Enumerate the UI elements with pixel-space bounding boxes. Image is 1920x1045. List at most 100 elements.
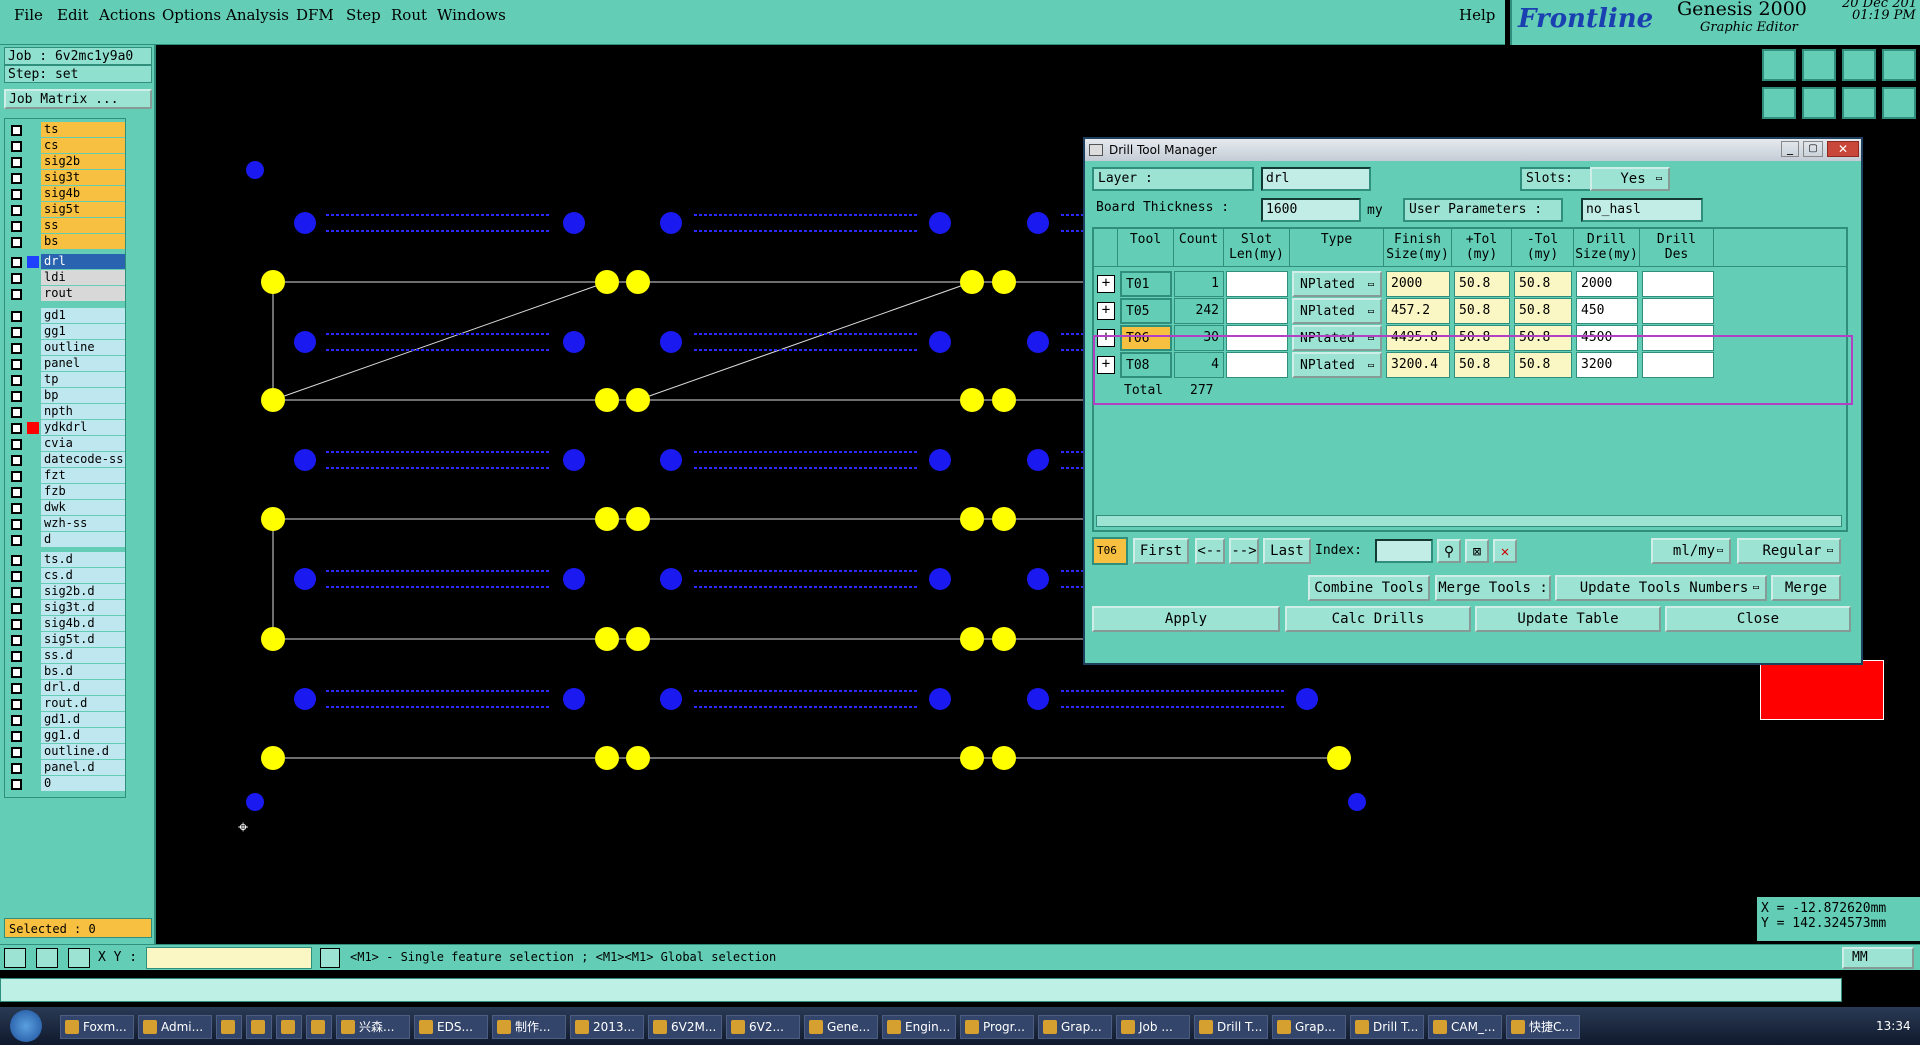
drill-des-input[interactable] [1642, 298, 1714, 324]
layer-name[interactable]: ss.d [41, 648, 125, 663]
pan-right-icon[interactable] [1802, 87, 1836, 119]
first-button[interactable]: First [1133, 538, 1189, 564]
layer-checkbox[interactable] [11, 667, 22, 678]
layer-row[interactable]: ts [5, 122, 125, 138]
taskbar-item[interactable]: 兴森... [336, 1015, 410, 1039]
layer-checkbox[interactable] [11, 503, 22, 514]
layer-checkbox[interactable] [11, 683, 22, 694]
layer-name[interactable]: gg1 [41, 324, 125, 339]
layer-name[interactable]: drl [41, 254, 125, 269]
layer-name[interactable]: sig3t.d [41, 600, 125, 615]
layer-name[interactable]: gg1.d [41, 728, 125, 743]
taskbar-item[interactable]: 6V2M... [648, 1015, 722, 1039]
next-button[interactable]: --> [1229, 538, 1259, 564]
taskbar-item[interactable]: Foxm... [60, 1015, 134, 1039]
taskbar-item[interactable]: Engin... [882, 1015, 956, 1039]
layer-row[interactable]: ldi [5, 270, 125, 286]
layer-checkbox[interactable] [11, 519, 22, 530]
layer-row[interactable]: npth [5, 404, 125, 420]
search-icon[interactable]: ⚲ [1437, 539, 1461, 563]
layer-row[interactable]: sig2b.d [5, 584, 125, 600]
job-matrix-button[interactable]: Job Matrix ... [4, 89, 152, 109]
layer-name[interactable]: 0 [41, 776, 125, 791]
pan-left-icon[interactable] [1762, 87, 1796, 119]
redraw-icon[interactable] [1882, 87, 1916, 119]
layer-row[interactable]: bs [5, 234, 125, 250]
combine-tools-button[interactable]: Combine Tools [1308, 575, 1430, 601]
layer-name[interactable]: d [41, 532, 125, 547]
calc-drills-button[interactable]: Calc Drills [1285, 606, 1471, 632]
xy-input[interactable] [146, 947, 312, 969]
layer-row[interactable]: gg1 [5, 324, 125, 340]
update-table-button[interactable]: Update Table [1475, 606, 1661, 632]
layer-checkbox[interactable] [11, 699, 22, 710]
finish-size-input[interactable]: 457.2 [1386, 298, 1450, 324]
layer-name[interactable]: outline.d [41, 744, 125, 759]
layer-row[interactable]: fzb [5, 484, 125, 500]
menu-options[interactable]: Options [162, 6, 221, 24]
layer-name[interactable]: panel.d [41, 760, 125, 775]
slots-select[interactable]: Yes [1590, 167, 1670, 191]
layer-row[interactable]: dwk [5, 500, 125, 516]
layer-checkbox[interactable] [11, 603, 22, 614]
taskbar-item[interactable]: 快捷C... [1506, 1015, 1580, 1039]
taskbar-item[interactable]: Grap... [1038, 1015, 1112, 1039]
layer-checkbox[interactable] [11, 257, 22, 268]
layer-checkbox[interactable] [11, 343, 22, 354]
zoom-in-icon[interactable] [1762, 49, 1796, 81]
layer-checkbox[interactable] [11, 375, 22, 386]
layer-checkbox[interactable] [11, 407, 22, 418]
menu-file[interactable]: File [14, 6, 43, 24]
layer-checkbox[interactable] [11, 237, 22, 248]
menu-edit[interactable]: Edit [57, 6, 88, 24]
layer-name[interactable]: sig4b [41, 186, 125, 201]
layer-name[interactable]: fzt [41, 468, 125, 483]
layer-checkbox[interactable] [11, 125, 22, 136]
close-button[interactable]: Close [1665, 606, 1851, 632]
taskbar-item[interactable]: 2013... [570, 1015, 644, 1039]
layer-checkbox[interactable] [11, 587, 22, 598]
zoom-out-icon[interactable] [1802, 49, 1836, 81]
layer-name[interactable]: sig4b.d [41, 616, 125, 631]
fit-icon[interactable] [1842, 87, 1876, 119]
layer-name[interactable]: drl.d [41, 680, 125, 695]
minus-tol-input[interactable]: 50.8 [1514, 298, 1572, 324]
layer-checkbox[interactable] [11, 311, 22, 322]
taskbar-item[interactable] [276, 1015, 302, 1039]
layer-name[interactable]: ss [41, 218, 125, 233]
layer-row[interactable]: panel [5, 356, 125, 372]
taskbar-item[interactable] [216, 1015, 242, 1039]
layer-name[interactable]: datecode-ss [41, 452, 125, 467]
layer-name[interactable]: sig5t [41, 202, 125, 217]
finish-size-input[interactable]: 2000 [1386, 271, 1450, 297]
layer-name[interactable]: fzb [41, 484, 125, 499]
layer-name[interactable]: bs [41, 234, 125, 249]
layer-name[interactable]: sig3t [41, 170, 125, 185]
plus-tol-input[interactable]: 50.8 [1454, 298, 1510, 324]
cursor-icon[interactable] [320, 948, 340, 968]
layer-checkbox[interactable] [11, 487, 22, 498]
user-params-input[interactable]: no_hasl [1581, 198, 1703, 222]
taskbar-item[interactable]: Admi... [138, 1015, 212, 1039]
layer-row[interactable]: outline.d [5, 744, 125, 760]
layer-row[interactable]: sig5t [5, 202, 125, 218]
update-tools-numbers-select[interactable]: Update Tools Numbers [1555, 575, 1767, 601]
expand-icon[interactable]: + [1097, 275, 1115, 293]
taskbar-item[interactable]: EDS... [414, 1015, 488, 1039]
layer-checkbox[interactable] [11, 731, 22, 742]
layer-checkbox[interactable] [11, 391, 22, 402]
layer-name[interactable]: sig5t.d [41, 632, 125, 647]
layer-checkbox[interactable] [11, 273, 22, 284]
layer-checkbox[interactable] [11, 471, 22, 482]
taskbar-item[interactable]: Gene... [804, 1015, 878, 1039]
layer-name[interactable]: ydkdrl [41, 420, 125, 435]
layer-row[interactable]: bp [5, 388, 125, 404]
layer-row[interactable]: ydkdrl [5, 420, 125, 436]
layer-checkbox[interactable] [11, 439, 22, 450]
layer-checkbox[interactable] [11, 763, 22, 774]
layer-row[interactable]: sig3t [5, 170, 125, 186]
layer-checkbox[interactable] [11, 535, 22, 546]
taskbar-item[interactable]: 6V2... [726, 1015, 800, 1039]
taskbar-item[interactable]: Job ... [1116, 1015, 1190, 1039]
start-button[interactable] [10, 1010, 42, 1042]
